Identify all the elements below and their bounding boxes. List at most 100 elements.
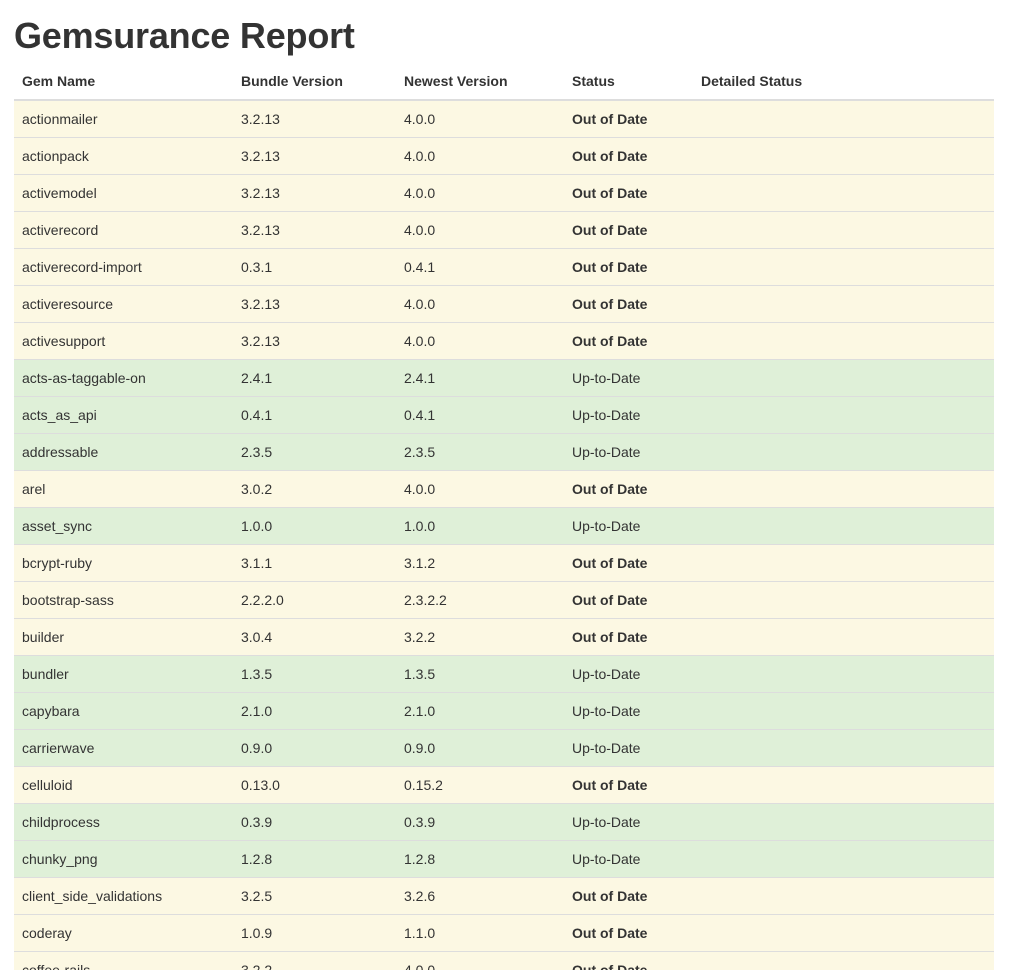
gem-name-cell: activesupport	[14, 322, 233, 360]
table-row: activemodel 3.2.13 4.0.0 Out of Date	[14, 174, 994, 212]
newest-version-cell: 1.1.0	[396, 914, 564, 952]
newest-version-cell: 4.0.0	[396, 951, 564, 970]
gem-name-cell: bundler	[14, 655, 233, 693]
gem-name-cell: activemodel	[14, 174, 233, 212]
status-cell: Out of Date	[564, 211, 693, 249]
status-cell: Out of Date	[564, 914, 693, 952]
gem-name-cell: coderay	[14, 914, 233, 952]
status-cell: Out of Date	[564, 544, 693, 582]
detailed-status-cell	[693, 433, 994, 471]
status-cell: Up-to-Date	[564, 507, 693, 545]
header-newest-version[interactable]: Newest Version	[396, 63, 564, 101]
table-row: actionpack 3.2.13 4.0.0 Out of Date	[14, 137, 994, 175]
gem-name-cell: chunky_png	[14, 840, 233, 878]
bundle-version-cell: 2.4.1	[233, 359, 396, 397]
table-row: bundler 1.3.5 1.3.5 Up-to-Date	[14, 655, 994, 693]
bundle-version-cell: 1.2.8	[233, 840, 396, 878]
newest-version-cell: 3.2.6	[396, 877, 564, 915]
status-cell: Out of Date	[564, 285, 693, 323]
detailed-status-cell	[693, 396, 994, 434]
status-cell: Up-to-Date	[564, 803, 693, 841]
newest-version-cell: 1.0.0	[396, 507, 564, 545]
newest-version-cell: 0.4.1	[396, 396, 564, 434]
status-cell: Out of Date	[564, 322, 693, 360]
detailed-status-cell	[693, 544, 994, 582]
detailed-status-cell	[693, 729, 994, 767]
detailed-status-cell	[693, 655, 994, 693]
gem-name-cell: capybara	[14, 692, 233, 730]
bundle-version-cell: 3.2.13	[233, 100, 396, 138]
bundle-version-cell: 0.13.0	[233, 766, 396, 804]
status-cell: Out of Date	[564, 877, 693, 915]
status-cell: Out of Date	[564, 100, 693, 138]
detailed-status-cell	[693, 951, 994, 970]
table-row: activesupport 3.2.13 4.0.0 Out of Date	[14, 322, 994, 360]
newest-version-cell: 4.0.0	[396, 211, 564, 249]
newest-version-cell: 2.4.1	[396, 359, 564, 397]
gem-name-cell: activerecord-import	[14, 248, 233, 286]
table-body: actionmailer 3.2.13 4.0.0 Out of Date action…	[14, 100, 994, 970]
detailed-status-cell	[693, 766, 994, 804]
newest-version-cell: 0.3.9	[396, 803, 564, 841]
bundle-version-cell: 2.3.5	[233, 433, 396, 471]
gem-name-cell: celluloid	[14, 766, 233, 804]
header-bundle-version[interactable]: Bundle Version	[233, 63, 396, 101]
gem-name-cell: acts_as_api	[14, 396, 233, 434]
status-cell: Up-to-Date	[564, 692, 693, 730]
bundle-version-cell: 0.4.1	[233, 396, 396, 434]
status-cell: Out of Date	[564, 618, 693, 656]
newest-version-cell: 0.15.2	[396, 766, 564, 804]
header-gem-name[interactable]: Gem Name	[14, 63, 233, 101]
bundle-version-cell: 3.2.13	[233, 211, 396, 249]
table-row: coffee-rails 3.2.2 4.0.0 Out of Date	[14, 951, 994, 970]
bundle-version-cell: 1.0.9	[233, 914, 396, 952]
detailed-status-cell	[693, 877, 994, 915]
bundle-version-cell: 3.2.5	[233, 877, 396, 915]
newest-version-cell: 4.0.0	[396, 322, 564, 360]
newest-version-cell: 1.2.8	[396, 840, 564, 878]
table-row: acts_as_api 0.4.1 0.4.1 Up-to-Date	[14, 396, 994, 434]
table-row: addressable 2.3.5 2.3.5 Up-to-Date	[14, 433, 994, 471]
status-cell: Up-to-Date	[564, 433, 693, 471]
detailed-status-cell	[693, 618, 994, 656]
bundle-version-cell: 2.2.2.0	[233, 581, 396, 619]
bundle-version-cell: 3.0.4	[233, 618, 396, 656]
status-cell: Out of Date	[564, 470, 693, 508]
detailed-status-cell	[693, 507, 994, 545]
status-cell: Up-to-Date	[564, 840, 693, 878]
table-row: client_side_validations 3.2.5 3.2.6 Out of …	[14, 877, 994, 915]
detailed-status-cell	[693, 840, 994, 878]
header-detailed-status[interactable]: Detailed Status	[693, 63, 994, 101]
status-cell: Up-to-Date	[564, 359, 693, 397]
bundle-version-cell: 3.2.13	[233, 137, 396, 175]
detailed-status-cell	[693, 174, 994, 212]
status-cell: Out of Date	[564, 248, 693, 286]
detailed-status-cell	[693, 581, 994, 619]
table-row: asset_sync 1.0.0 1.0.0 Up-to-Date	[14, 507, 994, 545]
status-cell: Out of Date	[564, 951, 693, 970]
newest-version-cell: 4.0.0	[396, 174, 564, 212]
detailed-status-cell	[693, 100, 994, 138]
newest-version-cell: 3.2.2	[396, 618, 564, 656]
detailed-status-cell	[693, 359, 994, 397]
status-cell: Out of Date	[564, 174, 693, 212]
bundle-version-cell: 2.1.0	[233, 692, 396, 730]
gem-name-cell: activerecord	[14, 211, 233, 249]
newest-version-cell: 4.0.0	[396, 285, 564, 323]
gem-name-cell: coffee-rails	[14, 951, 233, 970]
bundle-version-cell: 3.2.13	[233, 322, 396, 360]
status-cell: Out of Date	[564, 137, 693, 175]
table-header: Gem Name Bundle Version Newest Version S…	[14, 63, 994, 101]
gem-name-cell: childprocess	[14, 803, 233, 841]
table-row: builder 3.0.4 3.2.2 Out of Date	[14, 618, 994, 656]
detailed-status-cell	[693, 322, 994, 360]
table-row: capybara 2.1.0 2.1.0 Up-to-Date	[14, 692, 994, 730]
table-row: activeresource 3.2.13 4.0.0 Out of Date	[14, 285, 994, 323]
table-row: carrierwave 0.9.0 0.9.0 Up-to-Date	[14, 729, 994, 767]
gem-name-cell: actionmailer	[14, 100, 233, 138]
bundle-version-cell: 3.2.13	[233, 285, 396, 323]
bundle-version-cell: 1.3.5	[233, 655, 396, 693]
newest-version-cell: 4.0.0	[396, 470, 564, 508]
gem-name-cell: carrierwave	[14, 729, 233, 767]
header-status[interactable]: Status	[564, 63, 693, 101]
